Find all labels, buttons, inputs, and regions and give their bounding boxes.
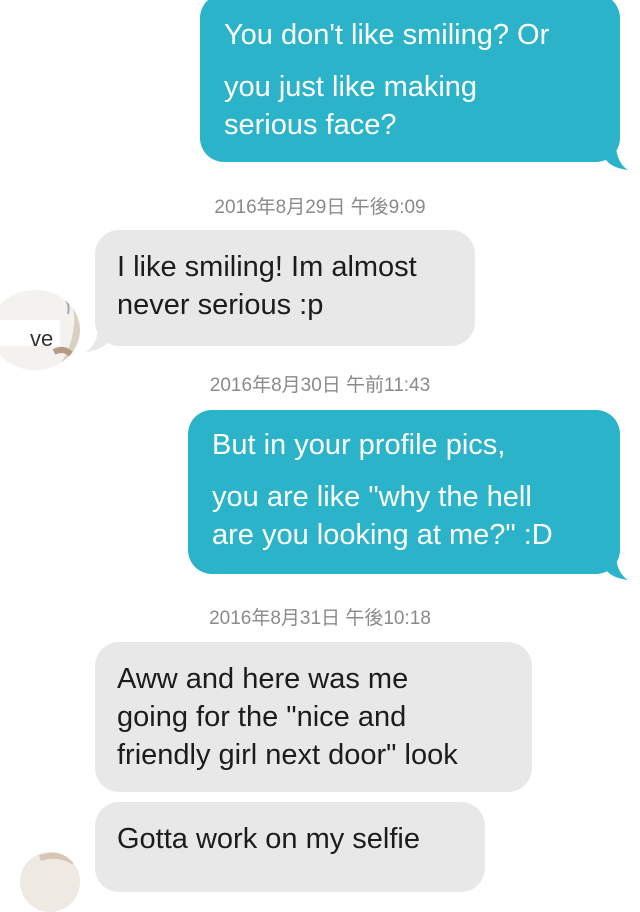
message-timestamp: 2016年8月31日 午後10:18 (209, 608, 431, 629)
message-text-line: But in your profile pics, (212, 429, 506, 461)
message-text-line: Gotta work on my selfie (117, 823, 420, 855)
message-bubble-received[interactable]: I like smiling! Im almost never serious … (95, 230, 475, 346)
message-bubble-received[interactable]: Gotta work on my selfie (95, 802, 485, 892)
message-text-line: you just like making (224, 71, 478, 103)
bubble-tail-sent (606, 558, 628, 580)
message-timestamp: 2016年8月29日 午後9:09 (214, 197, 426, 218)
message-timestamp: 2016年8月30日 午前11:43 (209, 375, 431, 396)
avatar-image (20, 852, 80, 912)
message-text-line: going for the "nice and (117, 701, 407, 733)
message-text-line: Aww and here was me (117, 663, 409, 695)
message-bubble-sent[interactable]: But in your profile pics, you are like "… (188, 410, 620, 574)
bubble-tail-sent (606, 148, 628, 170)
message-text-line: serious face? (224, 109, 397, 141)
message-text-line: you are like "why the hell (212, 481, 532, 513)
bubble-tail-received (86, 330, 108, 352)
message-text-line: are you looking at me?" :D (212, 519, 553, 551)
message-text-line: You don't like smiling? Or (224, 19, 550, 51)
message-text-line: never serious :p (117, 289, 324, 321)
message-bubble-received[interactable]: Aww and here was me going for the "nice … (95, 642, 532, 792)
avatar-text: ve (30, 326, 54, 351)
message-text-line: friendly girl next door" look (117, 739, 458, 771)
message-text-line: I like smiling! Im almost (117, 251, 417, 283)
message-bubble-sent[interactable]: You don't like smiling? Or you just like… (200, 0, 620, 162)
contact-avatar[interactable] (20, 852, 80, 912)
